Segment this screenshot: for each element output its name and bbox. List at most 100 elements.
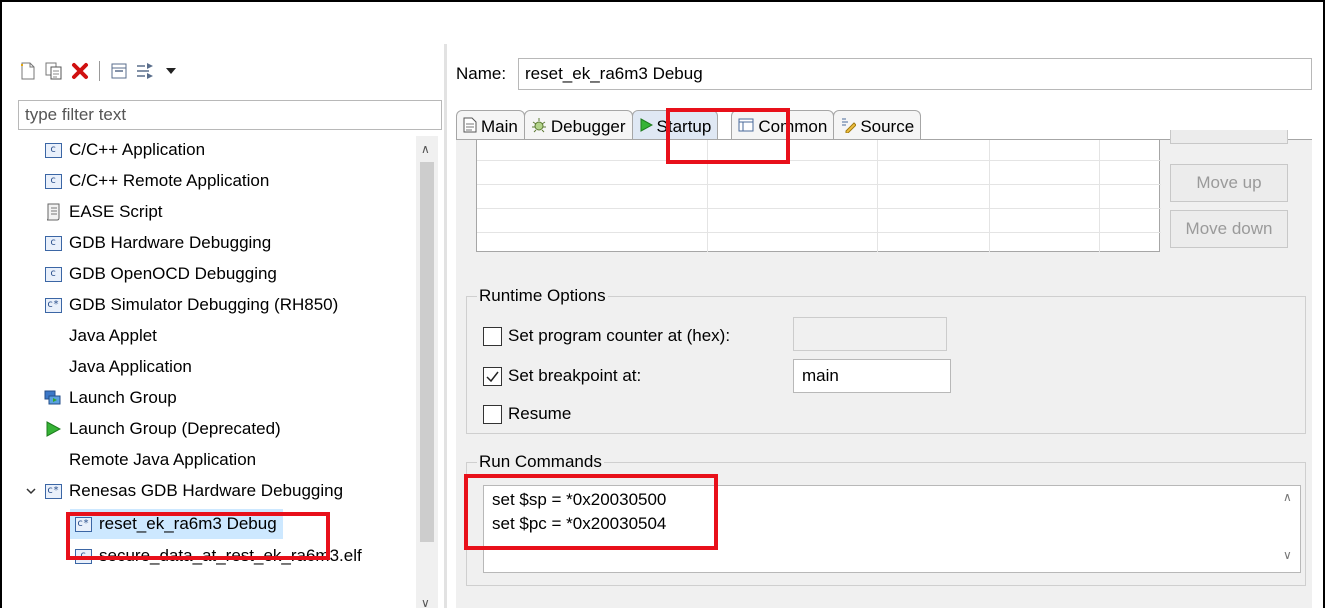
group-title: Run Commands bbox=[477, 452, 604, 472]
tree-item-gdb-openocd-debugging[interactable]: c GDB OpenOCD Debugging bbox=[44, 260, 277, 288]
configuration-list-pane: type filter text c C/C++ Application c C… bbox=[2, 44, 442, 608]
c-config-icon: c bbox=[44, 141, 62, 159]
scroll-down-icon[interactable]: ∨ bbox=[1283, 548, 1292, 562]
commands-table[interactable] bbox=[476, 140, 1161, 252]
tab-debugger[interactable]: Debugger bbox=[523, 110, 633, 140]
tree-item-ease-script[interactable]: EASE Script bbox=[44, 198, 163, 226]
dropdown-icon[interactable] bbox=[161, 61, 181, 81]
set-pc-input[interactable] bbox=[793, 317, 947, 351]
grid-line bbox=[477, 160, 1161, 161]
set-breakpoint-checkbox-row[interactable]: Set breakpoint at: bbox=[483, 363, 641, 389]
run-commands-textarea[interactable]: set $sp = *0x20030500 set $pc = *0x20030… bbox=[483, 485, 1301, 573]
pane-divider[interactable] bbox=[444, 44, 447, 608]
debugger-tab-icon bbox=[531, 117, 547, 138]
scroll-up-icon[interactable]: ∧ bbox=[1283, 490, 1292, 504]
new-config-icon[interactable] bbox=[18, 61, 38, 81]
tree-item-remote-java-application[interactable]: Remote Java Application bbox=[44, 446, 256, 474]
set-pc-checkbox-row[interactable]: Set program counter at (hex): bbox=[483, 323, 730, 349]
main-tab-icon bbox=[463, 117, 477, 138]
move-down-button[interactable]: Move down bbox=[1170, 210, 1288, 248]
duplicate-icon[interactable] bbox=[44, 61, 64, 81]
startup-tab-content: Move up Move down Runtime Options Set pr… bbox=[456, 130, 1312, 608]
tab-source[interactable]: Source bbox=[833, 110, 922, 140]
tab-label: Startup bbox=[656, 117, 712, 136]
c-config-icon: c* bbox=[44, 482, 62, 500]
startup-tab-icon bbox=[639, 117, 653, 137]
config-toolbar bbox=[18, 58, 181, 84]
resume-checkbox[interactable] bbox=[483, 404, 502, 424]
tree-item-gdb-hardware-debugging[interactable]: c GDB Hardware Debugging bbox=[44, 229, 271, 257]
command-line: set $pc = *0x20030504 bbox=[492, 514, 667, 533]
grid-line bbox=[877, 140, 878, 252]
resume-checkbox-row[interactable]: Resume bbox=[483, 401, 571, 427]
run-commands-group: Run Commands set $sp = *0x20030500 set $… bbox=[466, 452, 1306, 586]
tree-item-label: EASE Script bbox=[69, 202, 163, 221]
move-up-button[interactable]: Move up bbox=[1170, 164, 1288, 202]
tab-startup[interactable]: Startup bbox=[631, 110, 719, 140]
checkmark-icon bbox=[486, 371, 499, 382]
c-config-icon: c bbox=[44, 234, 62, 252]
tree-item-label: Remote Java Application bbox=[69, 450, 257, 469]
name-input[interactable]: reset_ek_ra6m3 Debug bbox=[518, 58, 1312, 90]
tree-item-reset-ek-ra6m3-debug[interactable]: c* reset_ek_ra6m3 Debug bbox=[70, 509, 283, 539]
command-line: set $sp = *0x20030500 bbox=[492, 490, 667, 509]
script-icon bbox=[44, 203, 62, 221]
set-breakpoint-label: Set breakpoint at: bbox=[508, 366, 642, 385]
hidden-top-button[interactable] bbox=[1170, 130, 1288, 144]
toolbar-separator bbox=[99, 61, 100, 81]
scrollbar-thumb[interactable] bbox=[420, 162, 434, 542]
tree-item-secure-data-at-rest[interactable]: c secure_data_at_rest_ek_ra6m3.elf bbox=[74, 542, 362, 570]
tree-item-label: Launch Group (Deprecated) bbox=[69, 419, 281, 438]
configuration-tree: c C/C++ Application c C/C++ Remote Appli… bbox=[18, 136, 416, 608]
tree-item-label: C/C++ Remote Application bbox=[69, 171, 270, 190]
tree-item-java-application[interactable]: Java Application bbox=[44, 353, 192, 381]
tab-label: Source bbox=[860, 117, 915, 136]
resume-label: Resume bbox=[508, 404, 572, 423]
grid-line bbox=[477, 184, 1161, 185]
scroll-up-icon[interactable]: ∧ bbox=[421, 142, 430, 156]
blank-icon bbox=[44, 358, 62, 376]
c-config-icon: c bbox=[74, 547, 92, 565]
run-icon bbox=[44, 420, 62, 438]
tab-label: Debugger bbox=[550, 117, 626, 136]
tree-item-label: Java Application bbox=[69, 357, 192, 376]
blank-icon bbox=[44, 327, 62, 345]
common-tab-icon bbox=[738, 117, 754, 137]
source-tab-icon bbox=[840, 117, 858, 138]
scroll-down-icon[interactable]: ∨ bbox=[421, 596, 430, 608]
tab-label: Common bbox=[758, 117, 828, 136]
blank-icon bbox=[44, 451, 62, 469]
tab-main[interactable]: Main bbox=[456, 110, 525, 140]
launch-group-icon bbox=[44, 389, 62, 407]
set-breakpoint-input[interactable]: main bbox=[793, 359, 951, 393]
c-config-icon: c* bbox=[44, 296, 62, 314]
tab-common[interactable]: Common bbox=[731, 110, 835, 140]
config-tabs: Main Debugger Startup Common Source bbox=[456, 110, 922, 140]
tree-scrollbar[interactable]: ∧ ∨ bbox=[416, 136, 438, 608]
set-pc-label: Set program counter at (hex): bbox=[508, 326, 731, 345]
set-pc-checkbox[interactable] bbox=[483, 326, 502, 346]
tree-item-label: reset_ek_ra6m3 Debug bbox=[99, 514, 277, 533]
commands-scrollbar[interactable]: ∧ ∨ bbox=[1278, 486, 1300, 572]
tree-item-label: GDB Hardware Debugging bbox=[69, 233, 272, 252]
tab-label: Main bbox=[481, 117, 518, 136]
tree-item-launch-group[interactable]: Launch Group bbox=[44, 384, 177, 412]
tree-item-launch-group-deprecated[interactable]: Launch Group (Deprecated) bbox=[44, 415, 281, 443]
tree-item-c-cpp-application[interactable]: c C/C++ Application bbox=[44, 136, 205, 164]
tree-item-label: GDB OpenOCD Debugging bbox=[69, 264, 277, 283]
tree-item-label: C/C++ Application bbox=[69, 140, 206, 159]
collapse-all-icon[interactable] bbox=[109, 61, 129, 81]
tree-item-renesas-gdb-hardware-debugging[interactable]: c* Renesas GDB Hardware Debugging bbox=[24, 477, 343, 505]
set-breakpoint-checkbox[interactable] bbox=[483, 366, 502, 386]
tree-item-c-cpp-remote-application[interactable]: c C/C++ Remote Application bbox=[44, 167, 269, 195]
delete-icon[interactable] bbox=[70, 61, 90, 81]
tree-item-gdb-simulator-debugging[interactable]: c* GDB Simulator Debugging (RH850) bbox=[44, 291, 338, 319]
name-label: Name: bbox=[456, 64, 507, 83]
tree-item-java-applet[interactable]: Java Applet bbox=[44, 322, 157, 350]
chevron-down-icon[interactable] bbox=[24, 486, 38, 496]
filter-icon[interactable] bbox=[135, 61, 155, 81]
grid-line bbox=[477, 232, 1161, 233]
tree-item-label: GDB Simulator Debugging (RH850) bbox=[69, 295, 339, 314]
grid-line bbox=[707, 140, 708, 252]
filter-input[interactable]: type filter text bbox=[18, 100, 442, 130]
